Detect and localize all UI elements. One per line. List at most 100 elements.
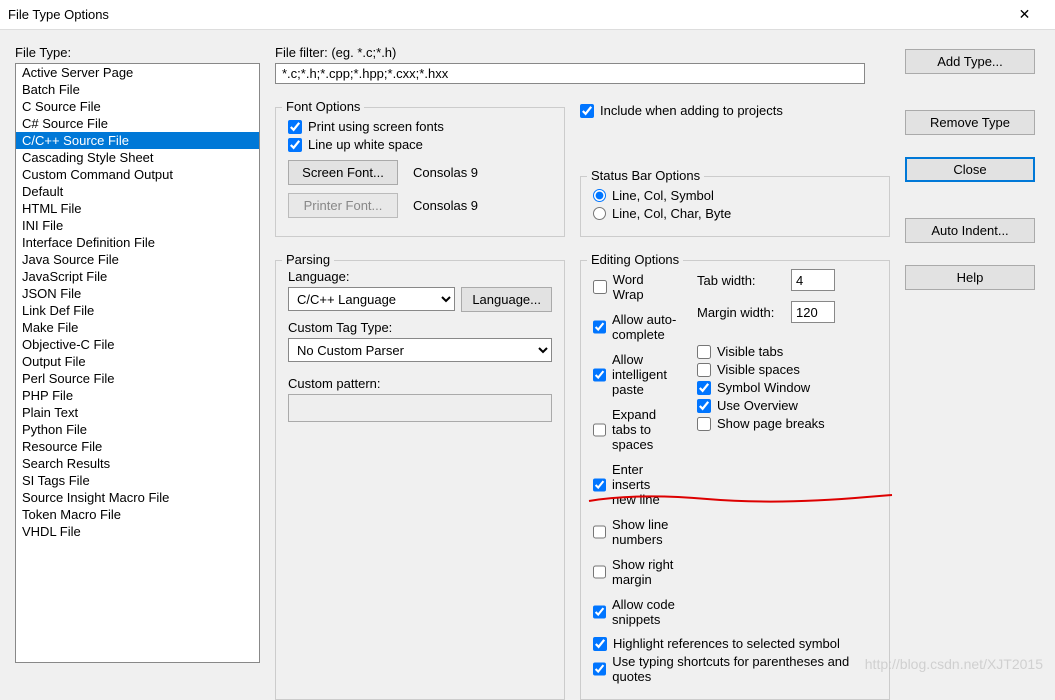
editing-option-row[interactable]: Symbol Window [697, 380, 877, 395]
close-button[interactable]: Close [905, 157, 1035, 182]
add-type-button[interactable]: Add Type... [905, 49, 1035, 74]
file-type-item[interactable]: SI Tags File [16, 472, 259, 489]
editing-group: Editing Options Word WrapAllow auto-comp… [580, 260, 890, 700]
file-type-item[interactable]: HTML File [16, 200, 259, 217]
file-type-item[interactable]: Source Insight Macro File [16, 489, 259, 506]
editing-option-checkbox[interactable] [593, 565, 606, 579]
file-type-item[interactable]: C# Source File [16, 115, 259, 132]
lineup-white-checkbox[interactable] [288, 138, 302, 152]
editing-option-label: Use typing shortcuts for parentheses and… [612, 654, 877, 684]
status-opt1-radio[interactable] [593, 189, 606, 202]
print-screen-fonts-row[interactable]: Print using screen fonts [288, 119, 552, 134]
editing-option-row[interactable]: Expand tabs to spaces [593, 407, 677, 452]
file-filter-input[interactable] [275, 63, 865, 84]
editing-option-row[interactable]: Show page breaks [697, 416, 877, 431]
status-opt2-label: Line, Col, Char, Byte [612, 206, 731, 221]
editing-option-row[interactable]: Highlight references to selected symbol [593, 636, 877, 651]
window-title: File Type Options [8, 7, 1002, 22]
editing-option-checkbox[interactable] [593, 280, 607, 294]
editing-option-checkbox[interactable] [697, 363, 711, 377]
file-type-label: File Type: [15, 45, 260, 60]
editing-option-checkbox[interactable] [593, 637, 607, 651]
file-type-item[interactable]: PHP File [16, 387, 259, 404]
editing-option-row[interactable]: Show right margin [593, 557, 677, 587]
editing-option-row[interactable]: Allow code snippets [593, 597, 677, 627]
include-projects-checkbox[interactable] [580, 104, 594, 118]
file-type-item[interactable]: Python File [16, 421, 259, 438]
auto-indent-button[interactable]: Auto Indent... [905, 218, 1035, 243]
editing-option-checkbox[interactable] [697, 417, 711, 431]
editing-option-label: Visible tabs [717, 344, 783, 359]
include-projects-row[interactable]: Include when adding to projects [580, 103, 890, 118]
editing-option-checkbox[interactable] [593, 525, 606, 539]
file-type-item[interactable]: Interface Definition File [16, 234, 259, 251]
tab-width-input[interactable] [791, 269, 835, 291]
file-type-listbox[interactable]: Active Server PageBatch FileC Source Fil… [15, 63, 260, 663]
file-type-item[interactable]: Custom Command Output [16, 166, 259, 183]
editing-option-row[interactable]: Allow auto-complete [593, 312, 677, 342]
screen-font-button[interactable]: Screen Font... [288, 160, 398, 185]
editing-option-row[interactable]: Enter inserts new line [593, 462, 677, 507]
file-type-item[interactable]: Default [16, 183, 259, 200]
editing-option-checkbox[interactable] [593, 662, 606, 676]
editing-option-label: Visible spaces [717, 362, 800, 377]
print-screen-fonts-checkbox[interactable] [288, 120, 302, 134]
printer-font-button: Printer Font... [288, 193, 398, 218]
margin-width-input[interactable] [791, 301, 835, 323]
file-type-item[interactable]: Resource File [16, 438, 259, 455]
file-type-item[interactable]: Perl Source File [16, 370, 259, 387]
file-type-item[interactable]: Link Def File [16, 302, 259, 319]
editing-option-label: Enter inserts new line [612, 462, 677, 507]
editing-option-checkbox[interactable] [593, 478, 606, 492]
file-type-item[interactable]: Output File [16, 353, 259, 370]
status-opt1-row[interactable]: Line, Col, Symbol [593, 188, 877, 203]
file-type-item[interactable]: VHDL File [16, 523, 259, 540]
file-type-item[interactable]: Objective-C File [16, 336, 259, 353]
editing-option-label: Allow intelligent paste [612, 352, 677, 397]
editing-option-checkbox[interactable] [697, 399, 711, 413]
file-type-item[interactable]: JavaScript File [16, 268, 259, 285]
editing-option-label: Allow auto-complete [612, 312, 677, 342]
title-bar: File Type Options ✕ [0, 0, 1055, 30]
editing-option-checkbox[interactable] [593, 423, 606, 437]
editing-option-checkbox[interactable] [697, 345, 711, 359]
editing-option-checkbox[interactable] [593, 320, 606, 334]
language-select[interactable]: C/C++ Language [288, 287, 455, 311]
file-type-item[interactable]: Token Macro File [16, 506, 259, 523]
help-button[interactable]: Help [905, 265, 1035, 290]
status-opt2-radio[interactable] [593, 207, 606, 220]
custom-pattern-input[interactable] [288, 394, 552, 422]
file-type-item[interactable]: Active Server Page [16, 64, 259, 81]
editing-option-row[interactable]: Use Overview [697, 398, 877, 413]
editing-option-label: Symbol Window [717, 380, 810, 395]
editing-option-row[interactable]: Word Wrap [593, 272, 677, 302]
editing-option-row[interactable]: Visible tabs [697, 344, 877, 359]
file-type-item[interactable]: INI File [16, 217, 259, 234]
file-type-item[interactable]: Batch File [16, 81, 259, 98]
editing-option-row[interactable]: Use typing shortcuts for parentheses and… [593, 654, 877, 684]
file-type-item[interactable]: C Source File [16, 98, 259, 115]
editing-option-checkbox[interactable] [697, 381, 711, 395]
editing-option-label: Word Wrap [613, 272, 677, 302]
editing-option-row[interactable]: Show line numbers [593, 517, 677, 547]
file-type-item[interactable]: JSON File [16, 285, 259, 302]
file-type-item[interactable]: Java Source File [16, 251, 259, 268]
editing-option-row[interactable]: Visible spaces [697, 362, 877, 377]
file-type-item[interactable]: Plain Text [16, 404, 259, 421]
file-type-item[interactable]: Search Results [16, 455, 259, 472]
remove-type-button[interactable]: Remove Type [905, 110, 1035, 135]
language-button[interactable]: Language... [461, 287, 552, 312]
screen-font-name: Consolas 9 [413, 165, 478, 180]
parsing-legend: Parsing [282, 252, 334, 267]
lineup-white-row[interactable]: Line up white space [288, 137, 552, 152]
status-bar-group: Status Bar Options Line, Col, Symbol Lin… [580, 176, 890, 237]
editing-option-checkbox[interactable] [593, 368, 606, 382]
file-type-item[interactable]: Cascading Style Sheet [16, 149, 259, 166]
status-opt2-row[interactable]: Line, Col, Char, Byte [593, 206, 877, 221]
editing-option-checkbox[interactable] [593, 605, 606, 619]
file-type-item[interactable]: C/C++ Source File [16, 132, 259, 149]
file-type-item[interactable]: Make File [16, 319, 259, 336]
editing-option-row[interactable]: Allow intelligent paste [593, 352, 677, 397]
close-icon[interactable]: ✕ [1002, 6, 1047, 23]
custom-tag-select[interactable]: No Custom Parser [288, 338, 552, 362]
